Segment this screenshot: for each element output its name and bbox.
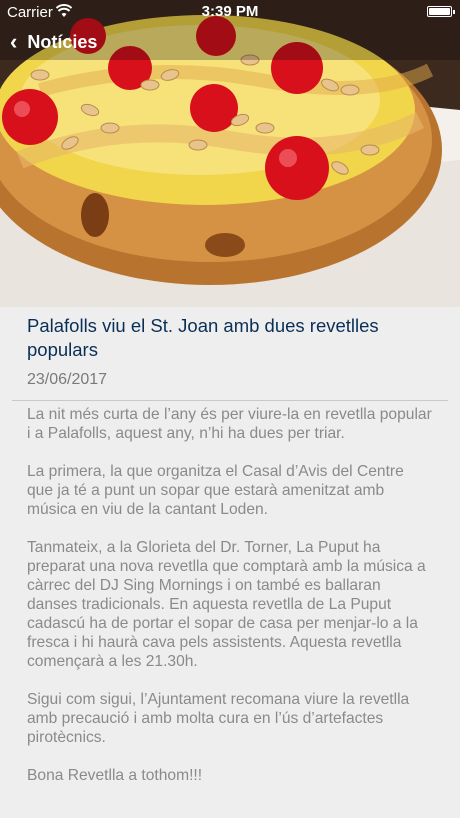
back-button[interactable]: ‹ Notícies (10, 30, 97, 54)
article-paragraph: Sigui com sigui, l’Ajuntament recomana v… (27, 691, 410, 746)
article: Palafolls viu el St. Joan amb dues revet… (0, 307, 460, 804)
divider (12, 400, 448, 401)
article-paragraph: Bona Revetlla a tothom!!! (27, 767, 203, 784)
article-paragraph: Tanmateix, a la Glorieta del Dr. Torner,… (27, 539, 426, 670)
chevron-left-icon: ‹ (10, 29, 18, 54)
article-paragraph: La primera, la que organitza el Casal d’… (27, 463, 404, 518)
status-bar: Carrier 3:39 PM (0, 0, 460, 24)
article-body: La nit més curta de l’any és per viure-l… (27, 405, 433, 785)
battery-icon (427, 6, 455, 17)
hero-image: Carrier 3:39 PM ‹ Notícies (0, 0, 460, 307)
article-date: 23/06/2017 (27, 371, 108, 388)
article-paragraph: La nit més curta de l’any és per viure-l… (27, 406, 432, 442)
status-time: 3:39 PM (201, 3, 259, 20)
back-button-label: Notícies (27, 31, 98, 52)
article-title: Palafolls viu el St. Joan amb dues revet… (27, 315, 379, 360)
